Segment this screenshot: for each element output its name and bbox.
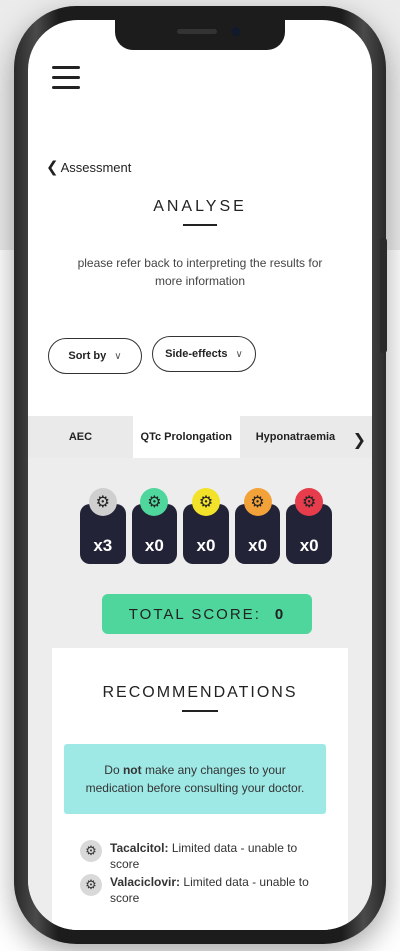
sort-dropdown[interactable]: Sort by ∨ [48,338,142,374]
app-screen: ❮ Assessment ANALYSE please refer back to… [28,20,372,930]
gear-icon: ⚙ [80,840,102,862]
drug-item: ⚙ Tacalcitol: Limited data - unable to s… [80,840,320,872]
gear-icon: ⚙ [295,488,324,516]
total-score-bar: TOTAL SCORE: 0 [102,594,312,634]
score-badge-yellow: ⚙ x0 [183,488,229,564]
score-badge-orange: ⚙ x0 [234,488,281,564]
side-button [380,238,387,353]
chevron-right-icon[interactable]: ❯ [353,430,366,450]
total-score-label: TOTAL SCORE: [128,605,261,623]
speaker-grille [177,29,217,34]
gear-icon: ⚙ [191,488,220,516]
page-title: ANALYSE [153,198,247,215]
gear-icon: ⚙ [80,874,102,896]
gear-icon: ⚙ [140,488,169,516]
back-link[interactable]: ❮ Assessment [46,158,131,176]
phone-notch [115,20,285,50]
medication-notice: Do not make any changes to your medicati… [64,744,326,814]
drug-item: ⚙ Valaciclovir: Limited data - unable to… [80,874,320,906]
side-effects-label: Side-effects [165,348,228,360]
back-label: Assessment [60,160,132,175]
tab-bar: AEC QTc Prolongation Hyponatraemia [28,416,372,458]
tab-aec[interactable]: AEC [28,416,133,458]
tab-qtc-prolongation[interactable]: QTc Prolongation [132,416,240,458]
total-score-value: 0 [274,605,286,623]
gear-icon: ⚙ [243,488,272,516]
menu-icon[interactable] [52,66,80,89]
phone-frame: ❮ Assessment ANALYSE please refer back to… [14,6,387,944]
score-badge-red: ⚙ x0 [286,488,332,564]
recommendations-underline [182,710,218,712]
info-text: please refer back to interpreting the re… [77,256,323,288]
camera-icon [231,27,240,36]
score-badge-grey: ⚙ x3 [80,488,126,564]
chevron-down-icon: ∨ [235,348,243,360]
sort-label: Sort by [68,350,107,362]
chevron-left-icon: ❮ [46,159,59,176]
side-effects-dropdown[interactable]: Side-effects ∨ [152,336,256,372]
score-badges: ⚙ x3 ⚙ x0 ⚙ x0 ⚙ x0 ⚙ x0 [80,488,332,564]
recommendations-card: RECOMMENDATIONS Do not make any changes … [52,648,348,930]
gear-icon: ⚙ [88,488,117,516]
chevron-down-icon: ∨ [114,350,122,362]
title-underline [183,224,217,226]
score-badge-green: ⚙ x0 [131,488,178,564]
recommendations-title: RECOMMENDATIONS [102,684,298,701]
